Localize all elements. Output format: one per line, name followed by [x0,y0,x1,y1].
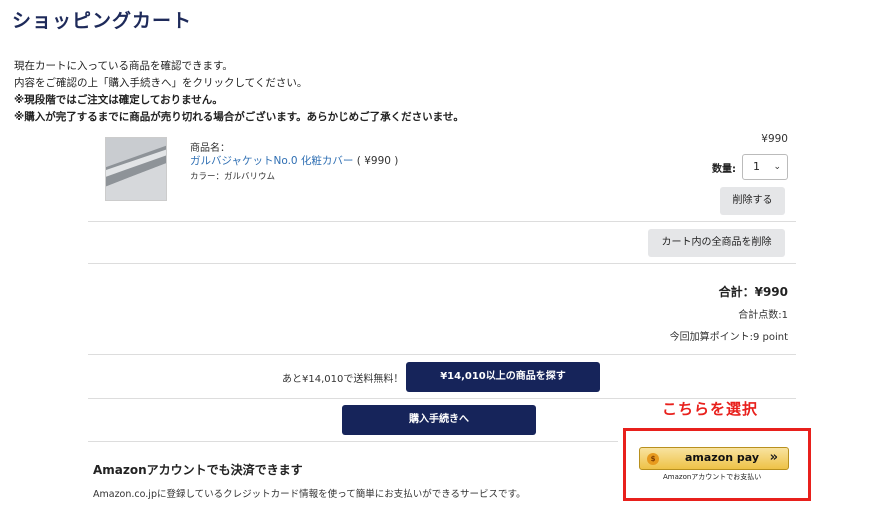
item-color: カラー：ガルバリウム [190,172,276,182]
amazon-pay-wordmark: amazon pay [685,451,760,464]
item-unit-price: ¥990 [761,133,788,145]
checkout-button[interactable]: 購入手続きへ [342,405,536,435]
delete-all-button[interactable]: カート内の全商品を削除 [648,229,785,257]
item-price-inline: ( ¥990 ) [356,155,399,167]
item-name-link[interactable]: ガルバジャケットNo.0 化粧カバー [190,155,353,167]
intro-line-3: ※現段階ではご注文は確定しておりません。 [14,94,223,106]
intro-line-1: 現在カートに入っている商品を確認できます。 [14,60,233,72]
quantity-value: 1 [753,160,760,173]
amazon-pay-button[interactable]: $ amazon pay » [639,447,789,470]
amazon-section-description: Amazon.co.jpに登録しているクレジットカード情報を使って簡単にお支払い… [93,489,526,500]
amazon-coin-icon: $ [647,453,659,465]
free-shipping-text: あと¥14,010で送料無料！ [282,374,404,385]
item-name-label: 商品名： [190,143,230,154]
quantity-select[interactable]: 1 ⌄ [742,154,788,180]
item-name: ガルバジャケットNo.0 化粧カバー ( ¥990 ) [190,153,398,168]
amazon-section-title: Amazonアカウントでも決済できます [93,463,303,477]
cart-points: 今回加算ポイント:9 point [669,332,788,343]
divider [88,221,796,222]
divider [88,263,796,264]
product-image[interactable] [105,137,167,201]
amazon-pay-subtext: Amazonアカウントでお支払い [663,473,762,481]
page-title: ショッピングカート [12,10,193,32]
cart-total: 合計：¥990 [718,285,788,299]
divider [88,441,618,442]
delete-item-button[interactable]: 削除する [720,187,785,215]
divider [88,354,796,355]
double-chevron-right-icon: » [769,450,778,465]
intro-text: 現在カートに入っている商品を確認できます。 内容をご確認の上「購入手続きへ」をク… [14,58,464,126]
find-products-button[interactable]: ¥14,010以上の商品を探す [406,362,600,392]
intro-line-2: 内容をご確認の上「購入手続きへ」をクリックしてください。 [14,77,308,89]
quantity-label: 数量: [712,164,736,175]
intro-line-4: ※購入が完了するまでに商品が売り切れる場合がございます。あらかじめご了承ください… [14,111,464,123]
annotation-label: こちらを選択 [662,400,759,418]
chevron-down-icon: ⌄ [773,162,781,172]
cart-count: 合計点数:1 [738,310,788,321]
